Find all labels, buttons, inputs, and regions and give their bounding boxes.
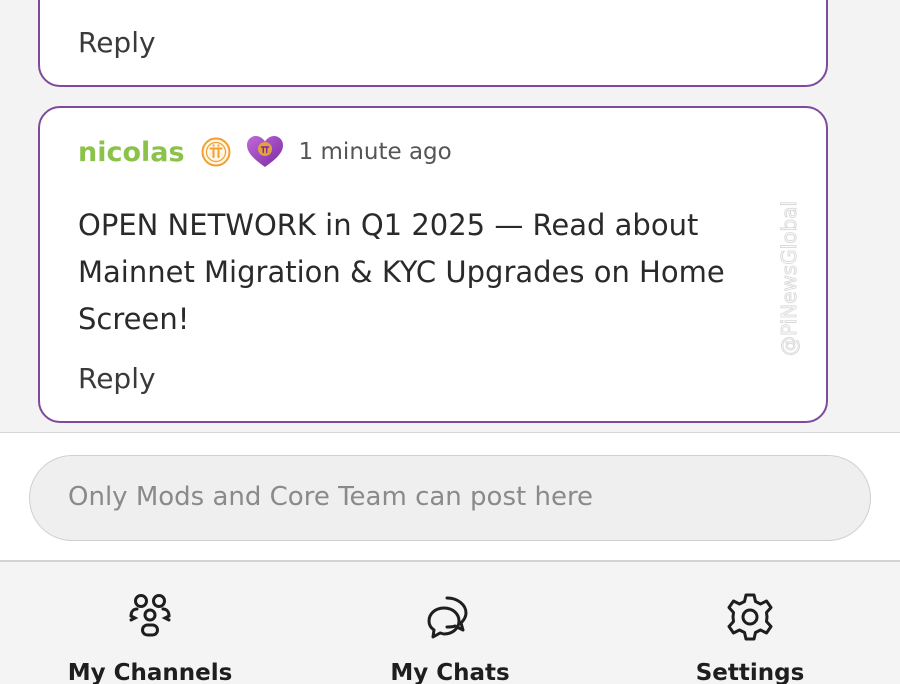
previous-comment-card: Reply [38, 0, 828, 87]
channels-icon [129, 594, 171, 637]
chat-screen: Reply nicolas 1 minute ago OPEN NETWORK … [0, 0, 900, 684]
comment-message: OPEN NETWORK in Q1 2025 — Read about Mai… [78, 208, 725, 336]
reply-button[interactable]: Reply [78, 362, 156, 395]
bottom-nav: My Channels My Chats Settings [0, 562, 900, 684]
comment-meta: nicolas 1 minute ago [78, 134, 452, 170]
comment-card: nicolas 1 minute ago OPEN NETWORK in Q1 … [38, 106, 828, 423]
watermark: @PiNewsGlobal [777, 201, 802, 357]
message-input-disabled[interactable]: Only Mods and Core Team can post here [29, 455, 871, 541]
reply-button[interactable]: Reply [78, 26, 156, 59]
comment-username[interactable]: nicolas [78, 137, 185, 168]
pi-heart-icon [246, 136, 283, 167]
nav-label: Settings [695, 660, 805, 684]
gear-icon [727, 593, 773, 641]
composer-area: Only Mods and Core Team can post here [0, 433, 900, 560]
chats-icon [427, 596, 468, 639]
comment-timestamp: 1 minute ago [298, 139, 452, 165]
watermark-text: @PiNewsGlobal [777, 201, 801, 356]
nav-item-my-chats[interactable]: My Chats [300, 562, 600, 684]
pi-coin-icon [201, 137, 231, 167]
nav-item-my-channels[interactable]: My Channels [0, 562, 300, 684]
nav-item-settings[interactable]: Settings [600, 562, 900, 684]
nav-label: My Channels [67, 660, 233, 684]
nav-label: My Chats [390, 660, 510, 684]
